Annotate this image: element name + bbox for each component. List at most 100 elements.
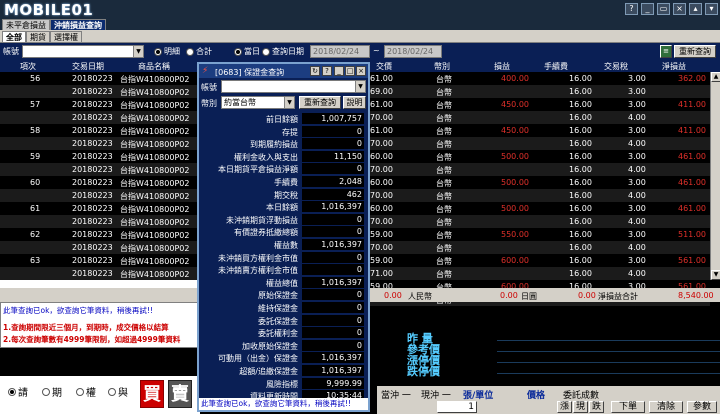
qty-input[interactable]: 1	[437, 401, 477, 413]
cell-currency: 台幣	[436, 101, 452, 110]
tab-closed-pnl[interactable]: 沖銷損益查詢	[50, 19, 106, 30]
tab-all[interactable]: 全部	[2, 31, 26, 42]
tab-options[interactable]: 選擇權	[50, 31, 82, 42]
requery-button[interactable]: 重新查詢	[674, 45, 716, 58]
help-icon[interactable]: ?	[322, 66, 332, 76]
cell-tax: 4.00	[628, 191, 646, 200]
radio-stock[interactable]: 請	[8, 384, 28, 399]
dialog-help-button[interactable]: 說明	[343, 96, 366, 109]
cell-product: 台指W410800P02	[120, 75, 190, 84]
tab-open-positions[interactable]: 未平倉損益	[2, 19, 50, 30]
clear-button[interactable]: 清除	[649, 401, 683, 413]
close-icon[interactable]: ×	[356, 66, 366, 76]
cell-fee: 16.00	[569, 178, 592, 187]
cell-date: 20180223	[72, 204, 113, 213]
radio-dot-icon	[108, 387, 116, 396]
cell-date: 20180223	[72, 139, 113, 148]
cell-no: 56	[30, 74, 41, 83]
cell-tax: 3.00	[628, 204, 646, 213]
cell-no: 63	[30, 256, 41, 265]
dialog-account-select[interactable]: ▼	[221, 80, 366, 93]
cell-tax: 4.00	[628, 113, 646, 122]
place-order-button[interactable]: 下單	[611, 401, 645, 413]
radio-other[interactable]: 與	[108, 384, 128, 399]
radio-query-date[interactable]: 查詢日期	[262, 46, 304, 57]
radio-today[interactable]: 當日	[234, 46, 260, 57]
cell-net: 362.00	[678, 74, 706, 83]
cell-date: 20180223	[72, 100, 113, 109]
dialog-currency-select[interactable]: 約當台幣 ▼	[221, 96, 295, 109]
vertical-scrollbar[interactable]: ▲ ▼	[710, 72, 720, 280]
radio-dot-icon	[154, 47, 162, 56]
scroll-down-button[interactable]: ▾	[705, 3, 718, 15]
cell-tax: 4.00	[628, 139, 646, 148]
cell-date: 20180223	[72, 113, 113, 122]
margin-row-value: 11,150	[302, 150, 364, 162]
cell-pnl: 400.00	[501, 74, 529, 83]
market-button[interactable]: 現	[573, 401, 589, 413]
radio-futures[interactable]: 期	[42, 384, 62, 399]
dialog-requery-button[interactable]: 重新查詢	[299, 96, 341, 109]
buy-button[interactable]: 買	[140, 380, 164, 408]
quote-lines	[497, 330, 720, 376]
date-to-input[interactable]: 2018/02/24	[384, 45, 442, 58]
radio-stock-label: 請	[18, 388, 28, 399]
cell-price: 61.00	[370, 100, 393, 109]
cell-tax: 4.00	[628, 269, 646, 278]
cell-tax: 4.00	[628, 217, 646, 226]
margin-row-label: 權益總值	[266, 278, 298, 288]
quote-line	[497, 352, 720, 363]
margin-row-label: 委託保證金	[258, 316, 298, 326]
minimize-icon[interactable]: _	[334, 66, 344, 76]
refresh-icon[interactable]: ↻	[310, 66, 320, 76]
scroll-up-button[interactable]: ▴	[689, 3, 702, 15]
limit-down-button[interactable]: 跌	[589, 401, 605, 413]
margin-row: 未沖銷買方權利金市值 0	[199, 251, 368, 264]
margin-row: 加收原始保證金 0	[199, 339, 368, 352]
scroll-up-arrow-icon[interactable]: ▲	[711, 72, 720, 82]
cell-fee: 16.00	[569, 113, 592, 122]
params-button[interactable]: 參數	[687, 401, 717, 413]
limit-up-button[interactable]: 漲	[557, 401, 573, 413]
cell-no: 58	[30, 126, 41, 135]
excel-icon[interactable]: ≡	[660, 45, 672, 58]
close-button[interactable]: ×	[673, 3, 686, 15]
cell-no: 60	[30, 178, 41, 187]
radio-total[interactable]: 合計	[186, 46, 212, 57]
margin-row-value: 0	[302, 314, 364, 326]
sell-button[interactable]: 賣	[168, 380, 192, 408]
cell-pnl: 500.00	[501, 178, 529, 187]
cell-price: 70.00	[370, 113, 393, 122]
scroll-down-arrow-icon[interactable]: ▼	[711, 270, 720, 280]
chevron-down-icon: ▼	[133, 46, 143, 57]
cell-pnl: 600.00	[501, 256, 529, 265]
cell-tax: 3.00	[628, 178, 646, 187]
maximize-button[interactable]: ▭	[657, 3, 670, 15]
date-separator: ~	[373, 46, 380, 55]
cell-fee: 16.00	[569, 230, 592, 239]
tab-futures[interactable]: 期貨	[26, 31, 50, 42]
cell-pnl: 500.00	[501, 204, 529, 213]
cell-net: 411.00	[678, 126, 706, 135]
cell-price: 60.00	[370, 204, 393, 213]
cell-fee: 16.00	[569, 126, 592, 135]
cell-currency: 台幣	[436, 244, 452, 253]
radio-today-label: 當日	[244, 47, 260, 56]
account-select[interactable]: ▼	[22, 45, 144, 58]
radio-other-label: 與	[118, 388, 128, 399]
cell-product: 台指W410800P02	[120, 127, 190, 136]
col-fee: 手續費	[544, 62, 568, 71]
order-header: 當沖 一 現沖 一 張/單位 價格 委託成數	[377, 386, 720, 401]
margin-row-label: 本日餘額	[266, 203, 298, 213]
status-strip	[0, 280, 200, 288]
margin-row-value: 9,999.99	[302, 377, 364, 389]
margin-row: 有價證券抵繳總額 0	[199, 225, 368, 238]
maximize-icon[interactable]: □	[345, 66, 355, 76]
date-from-input[interactable]: 2018/02/24	[310, 45, 370, 58]
quote-line	[497, 330, 720, 341]
radio-options[interactable]: 權	[76, 384, 96, 399]
minimize-button[interactable]: _	[641, 3, 654, 15]
radio-detail[interactable]: 明細	[154, 46, 180, 57]
cell-date: 20180223	[72, 256, 113, 265]
help-button[interactable]: ?	[625, 3, 638, 15]
